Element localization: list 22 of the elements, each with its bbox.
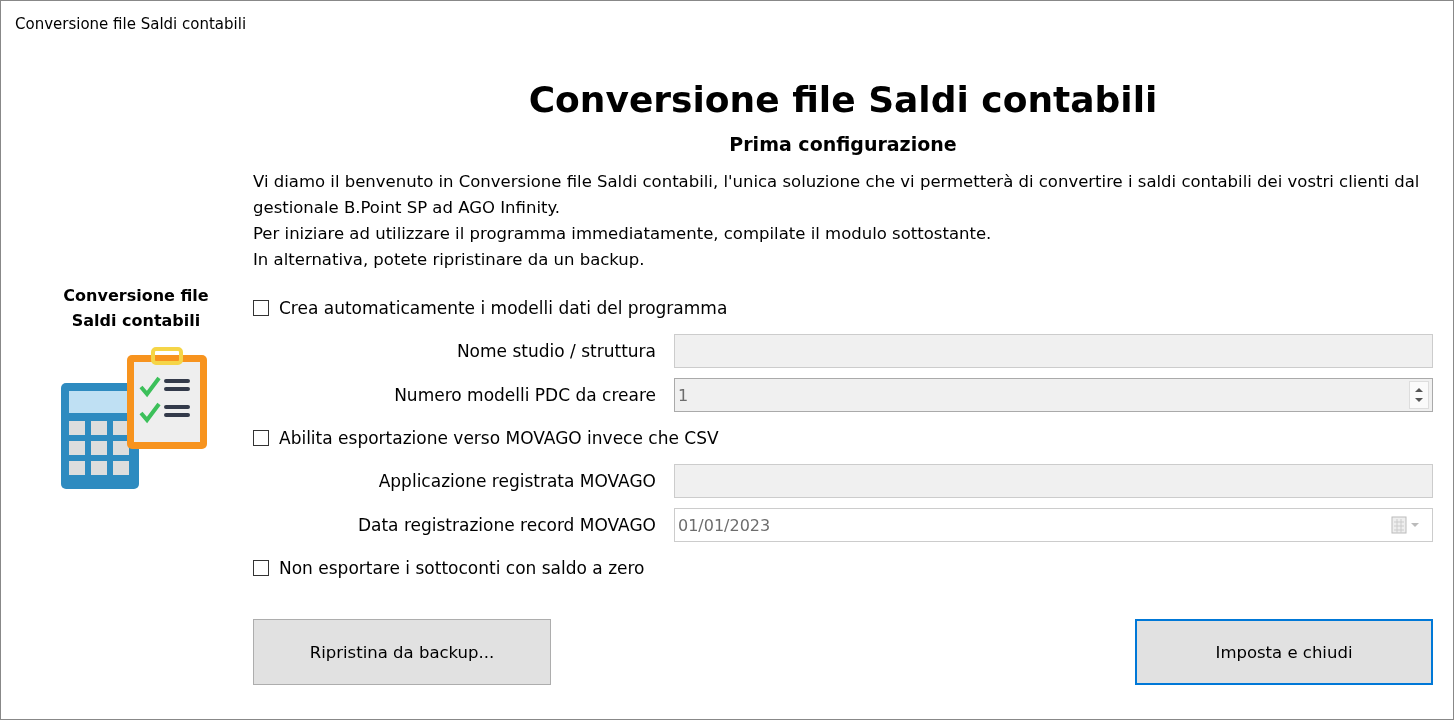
field-label: Data registrazione record MOVAGO bbox=[356, 515, 656, 535]
checkbox[interactable] bbox=[253, 300, 269, 316]
page-heading: Conversione file Saldi contabili bbox=[527, 78, 1159, 122]
field-label: Numero modelli PDC da creare bbox=[393, 385, 656, 405]
intro-paragraph: Per iniziare ad utilizzare il programma immediatamente, compilate il modulo sottostante. bbox=[253, 223, 993, 245]
intro-paragraph: In alternativa, potete ripristinare da un backup. bbox=[253, 249, 646, 271]
field-label: Applicazione registrata MOVAGO bbox=[377, 471, 656, 491]
checkbox[interactable] bbox=[253, 430, 269, 446]
text-field[interactable] bbox=[674, 464, 1433, 498]
checkbox-label: Abilita esportazione verso MOVAGO invece che CSV bbox=[279, 428, 719, 448]
window-title: Conversione file Saldi contabili bbox=[14, 14, 248, 35]
logo-caption: Conversione file Saldi contabili bbox=[62, 285, 210, 332]
checkbox[interactable] bbox=[253, 560, 269, 576]
spinner-arrows-icon[interactable] bbox=[1409, 381, 1429, 409]
checkbox-label: Non esportare i sottoconti con saldo a zero bbox=[279, 558, 645, 578]
page-subheading: Prima configurazione bbox=[728, 132, 958, 157]
field-label: Nome studio / struttura bbox=[455, 341, 656, 361]
action-button[interactable]: Ripristina da backup... bbox=[253, 619, 551, 685]
action-button[interactable]: Imposta e chiudi bbox=[1135, 619, 1433, 685]
intro-paragraph: Vi diamo il benvenuto in Conversione file Saldi contabili, l'unica soluzione che vi permetterà di convertire i saldi contabili dei vostri clienti dal gestionale B.Point SP ad AGO Infinity. bbox=[253, 171, 1421, 219]
text-field[interactable] bbox=[674, 334, 1433, 368]
checkbox-label: Crea automaticamente i modelli dati del programma bbox=[279, 298, 728, 318]
